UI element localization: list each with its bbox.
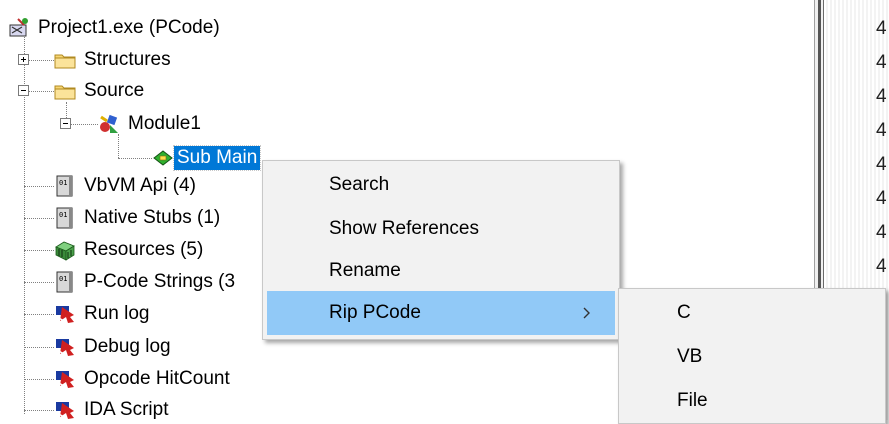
tree-item-vbvm-api[interactable]: 01 VbVM Api (4) [54,173,199,199]
sub-icon [152,147,173,169]
tree-item-label: Debug log [84,336,171,357]
menu-item-show-references[interactable]: Show References [263,207,619,251]
tree-item-label: Resources (5) [84,239,204,260]
tree-item-ida-script[interactable]: IDA Script [54,397,171,423]
menu-item-search[interactable]: Search [263,163,619,207]
right-pane-text: 4 [876,86,887,107]
tree-item-label: IDA Script [84,399,169,420]
tree-connector [24,314,54,315]
submenu-item-c[interactable]: C [619,291,885,335]
tree-item-label: Module1 [128,113,201,134]
expand-structures-button[interactable] [18,54,29,65]
rip-pcode-submenu: C VB File [618,288,886,424]
tree-item-project[interactable]: Project1.exe (PCode) [8,15,223,41]
tree-connector [24,379,54,380]
right-pane-text: 4 [876,222,887,243]
module-icon [98,113,120,135]
tree-item-run-log[interactable]: Run log [54,301,153,327]
tree-item-label: Structures [84,49,171,70]
folder-icon [54,80,76,102]
right-pane-text: 4 [876,188,887,209]
tree-item-label: Source [84,80,145,101]
tree-item-debug-log[interactable]: Debug log [54,334,174,360]
tree-item-label: P-Code Strings (3 [84,271,236,292]
folder-icon [54,49,76,71]
tree-connector [24,347,54,348]
collapse-module1-button[interactable] [60,118,71,129]
tree-item-source[interactable]: Source [54,78,147,104]
submenu-item-file[interactable]: File [619,379,885,423]
menu-item-rename[interactable]: Rename [263,249,619,293]
log-icon [54,303,76,325]
tree-item-native-stubs[interactable]: 01 Native Stubs (1) [54,205,223,231]
binary-file-icon: 01 [54,207,76,229]
tree-connector [24,186,54,187]
tree-item-label: Run log [84,303,150,324]
svg-text:01: 01 [59,179,67,187]
tree-connector [24,282,54,283]
binary-file-icon: 01 [54,175,76,197]
tree-item-label: Sub Main [172,145,262,171]
tree-connector [24,410,54,411]
tree-connector [24,218,54,219]
tree-item-structures[interactable]: Structures [54,47,174,73]
tree-item-label: Opcode HitCount [84,368,230,389]
chevron-right-icon [583,291,591,335]
tree-item-label: VbVM Api (4) [84,175,196,196]
right-pane-text: 4 [876,18,887,39]
tree-item-label: Native Stubs (1) [84,207,221,228]
tree-connector [118,134,119,158]
log-icon [54,399,76,421]
context-menu: Search Show References Rename Rip PCode [262,160,620,340]
menu-item-rip-pcode[interactable]: Rip PCode [267,291,615,335]
svg-text:01: 01 [59,275,67,283]
tree-item-resources[interactable]: Resources (5) [54,237,206,263]
resources-icon [54,239,76,261]
tree-item-label: Project1.exe (PCode) [38,17,220,38]
right-pane-text: 4 [876,52,887,73]
submenu-item-vb[interactable]: VB [619,335,885,379]
tree-item-pcode-strings[interactable]: 01 P-Code Strings (3 [54,269,238,295]
tree-connector [118,158,152,159]
project-icon [8,17,30,39]
svg-text:01: 01 [59,211,67,219]
tree-connector [24,250,54,251]
tree-item-module1[interactable]: Module1 [98,111,204,137]
log-icon [54,336,76,358]
tree-item-sub-main[interactable]: Sub Main [152,145,262,171]
collapse-source-button[interactable] [18,85,29,96]
binary-file-icon: 01 [54,271,76,293]
log-icon [54,368,76,390]
right-pane-text: 4 [876,120,887,141]
right-pane-text: 4 [876,256,887,277]
tree-item-opcode-hitcount[interactable]: Opcode HitCount [54,366,233,392]
right-pane-text: 4 [876,154,887,175]
